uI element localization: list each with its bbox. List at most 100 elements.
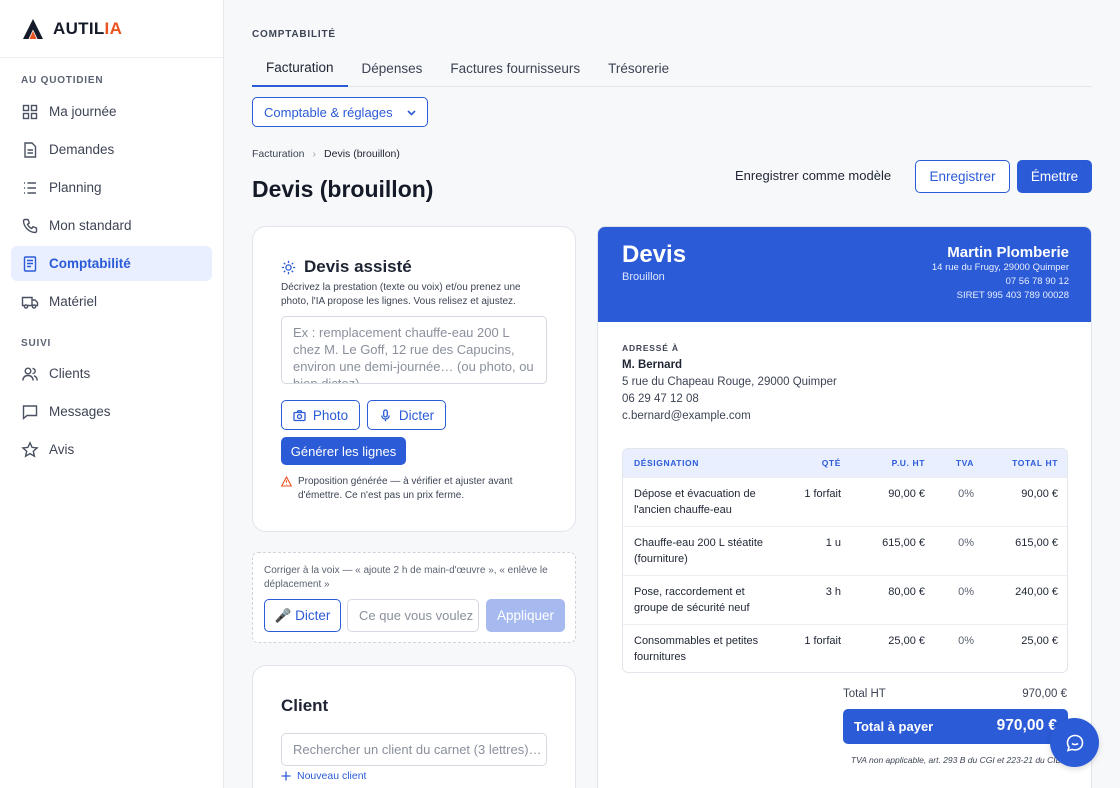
voice-correction-input[interactable]: Ce que vous voulez [347, 599, 479, 632]
save-button[interactable]: Enregistrer [915, 160, 1010, 193]
line-vat: 0% [958, 537, 974, 549]
line-vat: 0% [958, 488, 974, 500]
new-client-link[interactable]: Nouveau client [281, 770, 366, 782]
company-name: Martin Plomberie [947, 244, 1069, 261]
dictate-button[interactable]: Dicter [367, 400, 446, 430]
line-unit-price: 90,00 € [888, 488, 925, 500]
chevron-down-icon [407, 110, 416, 116]
apply-button[interactable]: Appliquer [486, 599, 565, 632]
client-search-input[interactable]: Rechercher un client du carnet (3 lettre… [281, 733, 547, 766]
voice-correction-panel: Corriger à la voix — « ajoute 2 h de mai… [252, 552, 576, 643]
sidebar-item-label: Comptabilité [49, 256, 131, 271]
section-label: COMPTABILITÉ [252, 29, 336, 40]
sidebar-item-clients[interactable]: Clients [11, 356, 212, 391]
breadcrumb-current: Devis (brouillon) [324, 148, 400, 160]
generate-lines-button[interactable]: Générer les lignes [281, 437, 406, 465]
brand-name: AUTILIA [53, 18, 123, 38]
line-total: 90,00 € [1021, 488, 1058, 500]
users-icon [22, 367, 38, 381]
grid-icon [22, 104, 38, 119]
sidebar-item-messages[interactable]: Messages [11, 394, 212, 429]
addressee-name: M. Bernard [622, 359, 683, 371]
tab-factures-fournisseurs[interactable]: Factures fournisseurs [436, 50, 594, 87]
column-header: DÉSIGNATION [634, 458, 700, 468]
total-to-pay-value: 970,00 € [996, 717, 1057, 734]
line-designation: Pose, raccordement et groupe de sécurité … [634, 586, 750, 614]
brand-logo[interactable]: AUTILIA [0, 0, 223, 58]
warning-icon [281, 476, 292, 487]
page-title: Devis (brouillon) [252, 176, 434, 202]
camera-icon [293, 409, 306, 421]
generated-proposal-warning: Proposition générée — à vérifier et ajus… [281, 475, 551, 503]
truck-icon [21, 296, 39, 309]
total-to-pay: Total à payer 970,00 € [843, 709, 1068, 744]
table-header: DÉSIGNATION QTÉ P.U. HT TVA TOTAL HT [623, 449, 1067, 477]
job-description-textarea[interactable]: Ex : remplacement chauffe-eau 200 L chez… [281, 316, 547, 384]
company-phone: 07 56 78 90 12 [1005, 276, 1069, 287]
sidebar-item-label: Messages [49, 404, 111, 419]
microphone-icon [381, 408, 390, 421]
sidebar-item-label: Demandes [49, 142, 115, 157]
tab-tresorerie[interactable]: Trésorerie [594, 50, 683, 87]
star-icon [21, 440, 39, 458]
document-icon [24, 141, 37, 158]
sidebar-item-mon-standard[interactable]: Mon standard [11, 208, 212, 243]
nav-section-follow-up: SUIVI [21, 337, 52, 349]
line-unit-price: 80,00 € [888, 586, 925, 598]
line-qty: 1 forfait [804, 635, 841, 647]
total-to-pay-label: Total à payer [854, 719, 934, 734]
main-content: COMPTABILITÉ Facturation Dépenses Factur… [224, 0, 1120, 788]
breadcrumb-link[interactable]: Facturation [252, 148, 305, 160]
chevron-right-icon: › [312, 148, 317, 160]
voice-correction-description: Corriger à la voix — « ajoute 2 h de mai… [264, 565, 548, 590]
sidebar-item-label: Clients [49, 366, 91, 381]
sidebar-item-demandes[interactable]: Demandes [11, 132, 212, 167]
table-row[interactable]: Chauffe-eau 200 L stéatite (fourniture) 1… [623, 526, 1067, 575]
line-total: 240,00 € [1015, 586, 1058, 598]
tab-facturation[interactable]: Facturation [252, 50, 348, 87]
total-ht-label: Total HT [843, 688, 886, 700]
column-header: P.U. HT [891, 458, 925, 468]
sidebar-item-label: Avis [49, 442, 75, 457]
line-qty: 1 u [825, 537, 841, 549]
table-row[interactable]: Consommables et petites fournitures 1 for… [623, 624, 1067, 672]
table-row[interactable]: Pose, raccordement et groupe de sécurité … [623, 575, 1067, 624]
chat-assistant-button[interactable] [1050, 718, 1099, 767]
breadcrumb: Facturation › Devis (brouillon) [252, 148, 400, 160]
line-vat: 0% [958, 586, 974, 598]
legal-notice: TVA non applicable, art. 293 B du CGI et… [850, 755, 1067, 765]
line-total: 615,00 € [1015, 537, 1058, 549]
select-label: Comptable & réglages [264, 104, 393, 120]
tab-depenses[interactable]: Dépenses [348, 50, 437, 87]
issue-button[interactable]: Émettre [1017, 160, 1092, 193]
column-header: TVA [955, 458, 974, 468]
quote-title: Devis [622, 241, 687, 268]
sidebar-item-label: Ma journée [49, 104, 117, 119]
plus-icon [281, 771, 291, 781]
logo-mark-icon [23, 18, 43, 39]
sidebar-item-label: Mon standard [49, 218, 132, 233]
company-address: 14 rue du Frugy, 29000 Quimper [931, 262, 1069, 273]
chat-icon [22, 404, 38, 420]
nav-section-daily: AU QUOTIDIEN [21, 74, 104, 86]
ledger-icon [23, 255, 37, 272]
sidebar-item-avis[interactable]: Avis [11, 432, 212, 467]
tab-bar: Facturation Dépenses Factures fournisseu… [252, 50, 1092, 87]
photo-button[interactable]: Photo [281, 400, 360, 430]
line-unit-price: 615,00 € [882, 537, 925, 549]
sidebar-item-ma-journee[interactable]: Ma journée [11, 94, 212, 129]
accounting-settings-select[interactable]: Comptable & réglages [252, 97, 428, 127]
sidebar-item-materiel[interactable]: Matériel [11, 284, 212, 319]
voice-dictate-button[interactable]: 🎤 Dicter [264, 599, 341, 632]
line-designation: Dépose et évacuation de l'ancien chauffe-… [634, 488, 756, 516]
line-qty: 3 h [825, 586, 841, 598]
sidebar-item-label: Matériel [49, 294, 98, 309]
sidebar-item-comptabilite[interactable]: Comptabilité [11, 246, 212, 281]
table-row[interactable]: Dépose et évacuation de l'ancien chauffe-… [623, 477, 1067, 526]
sidebar-item-planning[interactable]: Planning [11, 170, 212, 205]
company-siret: SIRET 995 403 789 00028 [956, 290, 1069, 301]
chat-bubble-icon [1066, 734, 1083, 752]
line-designation: Chauffe-eau 200 L stéatite (fourniture) [634, 537, 764, 565]
save-as-template-button[interactable]: Enregistrer comme modèle [735, 168, 891, 183]
line-qty: 1 forfait [804, 488, 841, 500]
